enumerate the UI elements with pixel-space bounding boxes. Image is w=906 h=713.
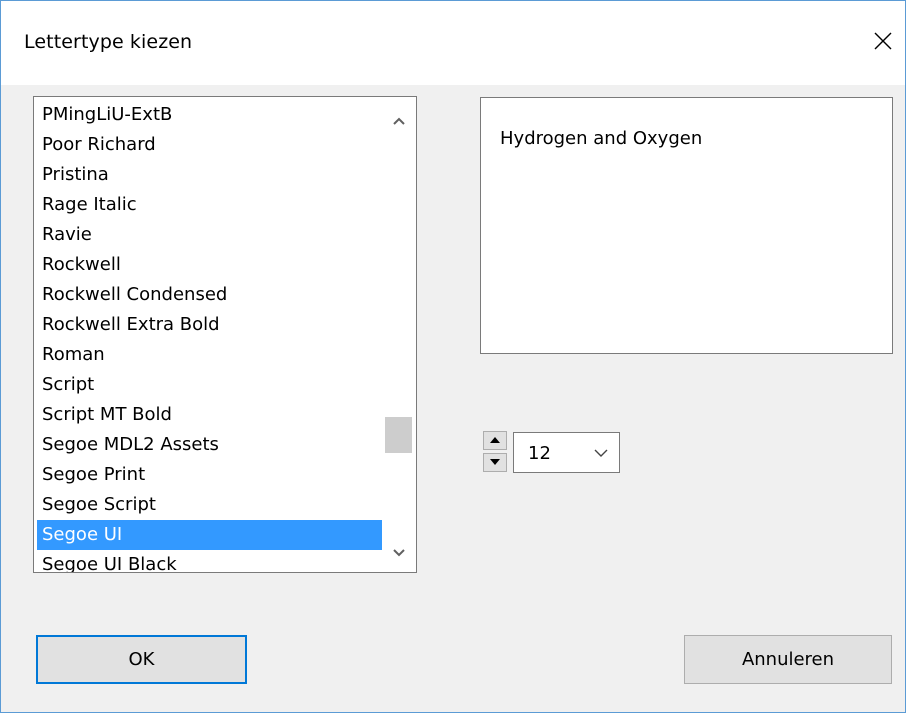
- list-item[interactable]: Segoe MDL2 Assets: [37, 430, 382, 460]
- list-item[interactable]: Rage Italic: [37, 190, 382, 220]
- list-item[interactable]: Script: [37, 370, 382, 400]
- size-spinner: [483, 431, 509, 474]
- list-item[interactable]: PMingLiU-ExtB: [37, 100, 382, 130]
- list-item[interactable]: Script MT Bold: [37, 400, 382, 430]
- list-item[interactable]: Rockwell Condensed: [37, 280, 382, 310]
- list-item[interactable]: Pristina: [37, 160, 382, 190]
- font-list-items: PMingLiU-ExtB Poor Richard Pristina Rage…: [34, 97, 382, 572]
- font-size-value: 12: [528, 443, 551, 464]
- dialog-title: Lettertype kiezen: [24, 31, 193, 53]
- triangle-up-icon: [490, 437, 500, 443]
- close-icon: [874, 32, 892, 50]
- list-item[interactable]: Rockwell: [37, 250, 382, 280]
- cancel-button[interactable]: Annuleren: [684, 635, 892, 684]
- triangle-down-icon: [490, 459, 500, 465]
- scroll-up-button[interactable]: [382, 105, 416, 139]
- list-item[interactable]: Segoe UI Black: [37, 550, 382, 572]
- preview-text: Hydrogen and Oxygen: [500, 128, 703, 149]
- list-item[interactable]: Roman: [37, 340, 382, 370]
- list-item[interactable]: Poor Richard: [37, 130, 382, 160]
- list-item[interactable]: Segoe Print: [37, 460, 382, 490]
- ok-button[interactable]: OK: [36, 635, 247, 684]
- chevron-down-icon: [594, 449, 608, 457]
- font-list[interactable]: PMingLiU-ExtB Poor Richard Pristina Rage…: [33, 96, 417, 573]
- font-size-dropdown[interactable]: 12: [513, 432, 620, 473]
- scroll-thumb[interactable]: [385, 417, 412, 453]
- list-item[interactable]: Ravie: [37, 220, 382, 250]
- close-button[interactable]: [863, 21, 903, 61]
- font-list-scrollbar[interactable]: [382, 97, 416, 572]
- chevron-up-icon: [393, 117, 405, 125]
- size-decrease-button[interactable]: [483, 453, 507, 472]
- list-item-selected[interactable]: Segoe UI: [37, 520, 382, 550]
- list-item[interactable]: Segoe Script: [37, 490, 382, 520]
- font-dialog: Lettertype kiezen PMingLiU-ExtB Poor Ric…: [0, 0, 906, 713]
- font-preview: Hydrogen and Oxygen: [480, 97, 893, 354]
- chevron-down-icon: [393, 549, 405, 557]
- size-increase-button[interactable]: [483, 431, 507, 450]
- title-bar: Lettertype kiezen: [1, 1, 905, 85]
- list-item[interactable]: Rockwell Extra Bold: [37, 310, 382, 340]
- scroll-down-button[interactable]: [382, 538, 416, 572]
